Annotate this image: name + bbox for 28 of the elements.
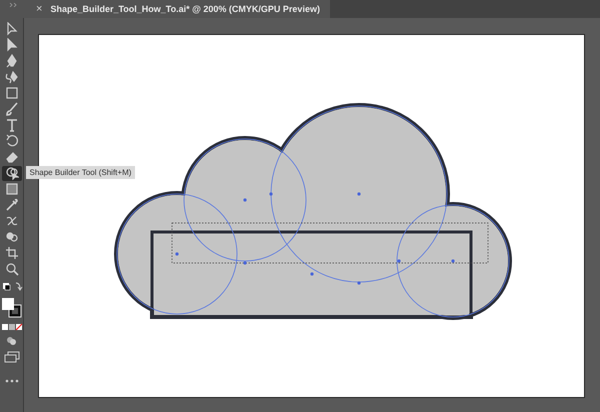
more-tools-icon[interactable]	[4, 379, 18, 383]
rotate-icon	[4, 134, 18, 148]
blend-icon	[4, 214, 18, 228]
brush-icon	[4, 102, 18, 116]
eyedropper-icon	[4, 198, 18, 212]
tool-tooltip: Shape Builder Tool (Shift+M)	[26, 166, 136, 179]
select-icon	[4, 38, 18, 52]
artboard-icon	[4, 246, 18, 260]
swap-colors-icon[interactable]	[0, 281, 22, 293]
collapse-icon[interactable]	[9, 3, 17, 7]
symbol-icon	[4, 230, 18, 244]
shape-builder-icon	[4, 166, 18, 180]
type-icon	[4, 118, 18, 132]
eraser-icon	[4, 150, 18, 164]
close-tab-button[interactable]: ×	[36, 3, 42, 15]
color-mode-icon[interactable]	[0, 323, 22, 331]
screen-mode-icon[interactable]	[4, 351, 20, 363]
document-tab[interactable]: × Shape_Builder_Tool_How_To.ai* @ 200% (CMYK/GPU Preview)	[26, 0, 330, 18]
gradient-icon	[4, 182, 18, 196]
rectangle-icon	[4, 86, 18, 100]
direct-select-icon	[4, 22, 18, 36]
zoom-icon	[4, 262, 18, 276]
pen-icon	[4, 54, 18, 68]
curvature-icon	[4, 70, 18, 84]
fill-stroke-icon[interactable]	[0, 297, 22, 319]
document-title: Shape_Builder_Tool_How_To.ai* @ 200% (CMYK/GPU Preview)	[50, 4, 320, 14]
draw-mode-icon[interactable]	[4, 335, 18, 347]
shape-builder-tool-button[interactable]	[2, 166, 22, 180]
